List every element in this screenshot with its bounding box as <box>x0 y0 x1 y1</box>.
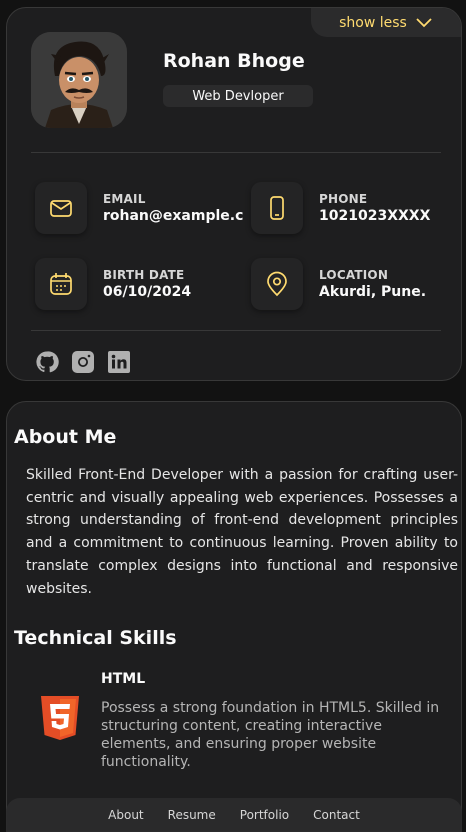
contact-title: LOCATION <box>319 268 389 282</box>
mail-icon <box>35 182 87 234</box>
skills-heading: Technical Skills <box>14 627 177 649</box>
github-icon[interactable] <box>35 350 59 374</box>
nav-link-portfolio[interactable]: Portfolio <box>240 808 289 822</box>
email-link[interactable]: rohan@example.com <box>103 208 243 224</box>
html5-icon <box>39 695 81 741</box>
avatar <box>31 32 127 128</box>
instagram-icon[interactable] <box>71 350 95 374</box>
contact-item-birthdate: BIRTH DATE 06/10/2024 <box>35 258 243 310</box>
nav-link-contact[interactable]: Contact <box>313 808 360 822</box>
show-less-button[interactable]: show less <box>311 8 461 37</box>
navbar: About Resume Portfolio Contact <box>6 798 462 832</box>
phone-icon <box>251 182 303 234</box>
contact-item-email: EMAIL rohan@example.com <box>35 182 243 234</box>
separator <box>31 330 441 331</box>
nav-link-about[interactable]: About <box>108 808 143 822</box>
about-heading: About Me <box>14 426 117 448</box>
skill-name: HTML <box>101 671 146 687</box>
phone-link[interactable]: 1021023XXXX <box>319 208 459 224</box>
social-list <box>35 350 131 374</box>
location-icon <box>251 258 303 310</box>
show-less-label: show less <box>339 14 407 31</box>
profile-title-badge: Web Devloper <box>163 85 313 107</box>
separator <box>31 152 441 153</box>
linkedin-icon[interactable] <box>107 350 131 374</box>
location-value: Akurdi, Pune. <box>319 284 427 300</box>
contact-item-phone: PHONE 1021023XXXX <box>251 182 459 234</box>
contact-item-location: LOCATION Akurdi, Pune. <box>251 258 459 310</box>
contact-title: BIRTH DATE <box>103 268 185 282</box>
main-content: About Me Skilled Front-End Developer wit… <box>6 401 462 832</box>
profile-name: Rohan Bhoge <box>163 50 305 72</box>
about-text: Skilled Front-End Developer with a passi… <box>26 467 458 597</box>
contact-title: PHONE <box>319 192 368 206</box>
contact-title: EMAIL <box>103 192 146 206</box>
profile-sidebar: show less Rohan Bhoge Web Devloper EMAIL… <box>6 7 462 381</box>
calendar-icon <box>35 258 87 310</box>
chevron-down-icon <box>416 17 432 27</box>
nav-link-resume[interactable]: Resume <box>168 808 216 822</box>
skill-description: Possess a strong foundation in HTML5. Sk… <box>101 700 440 770</box>
birthdate-value: 06/10/2024 <box>103 284 192 300</box>
